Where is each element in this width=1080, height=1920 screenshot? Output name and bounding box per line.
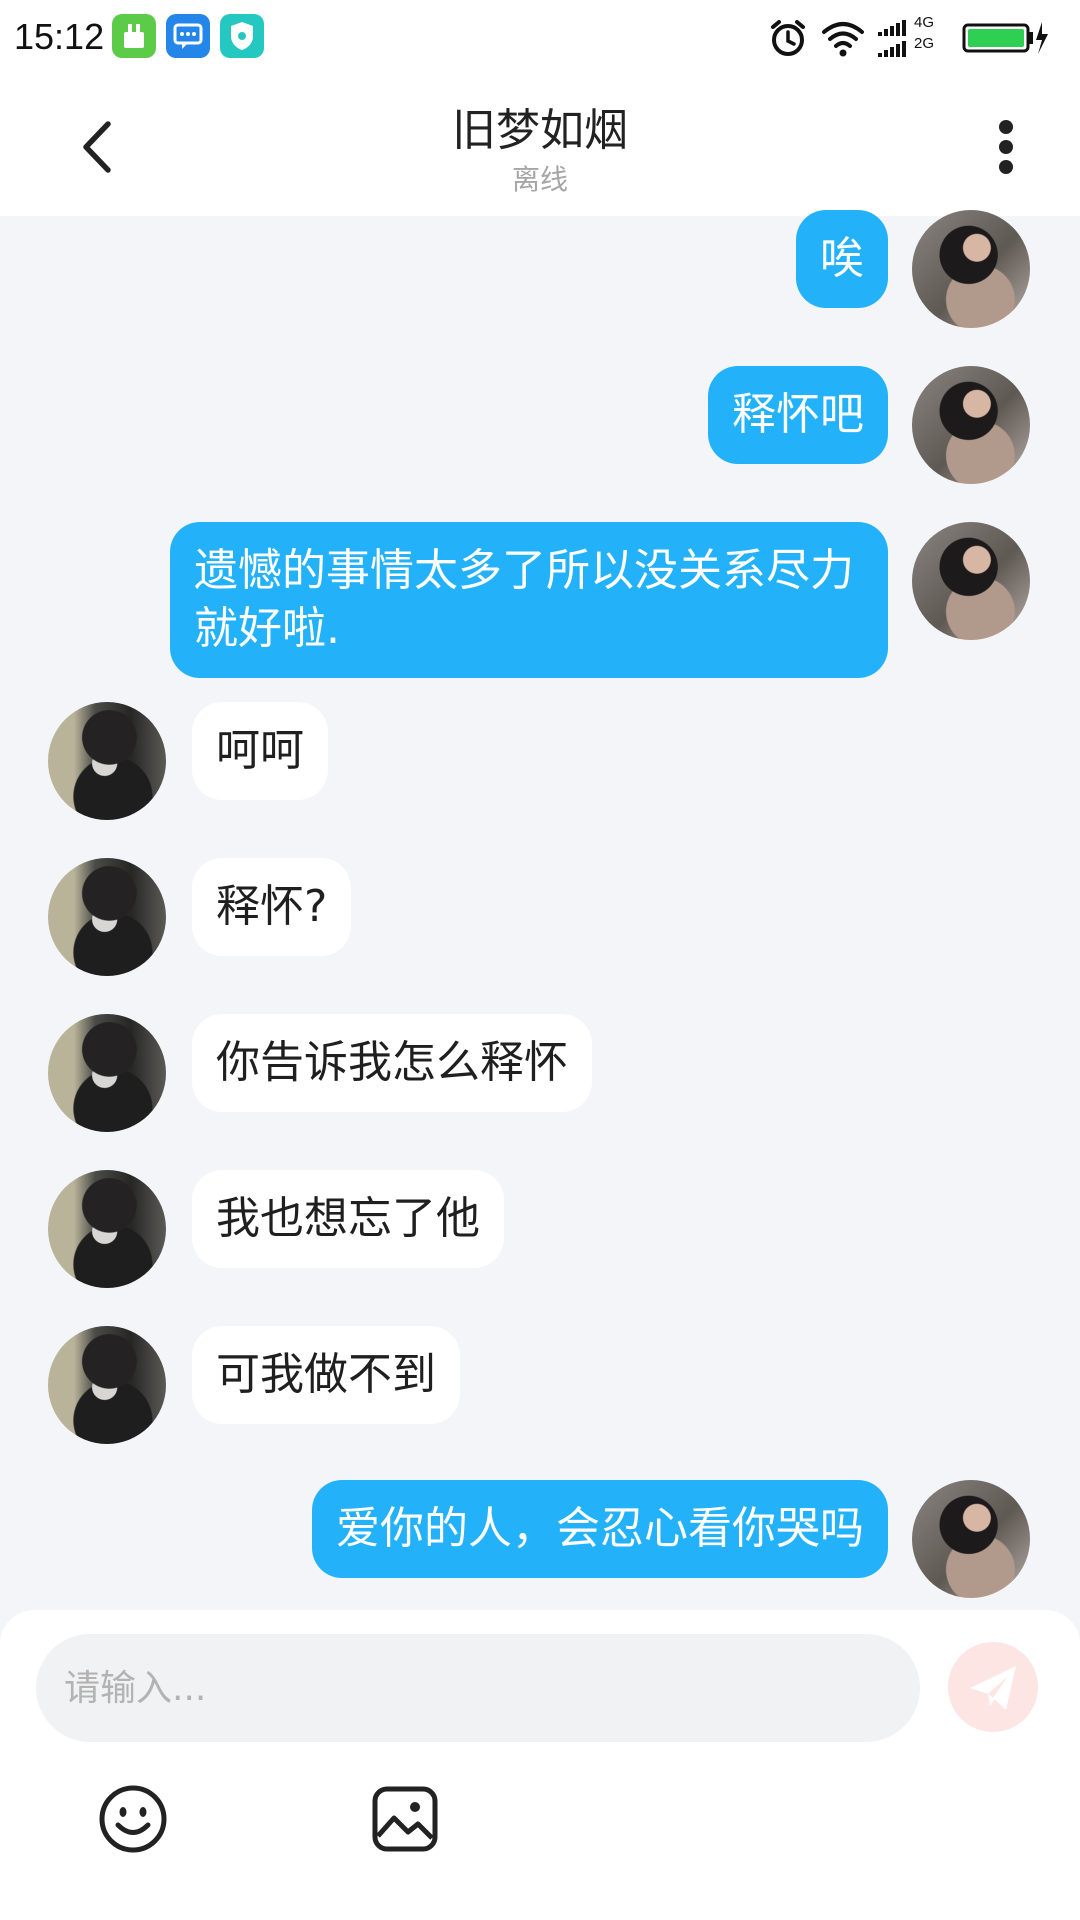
message-row: 释怀吧 — [0, 366, 1080, 484]
image-button[interactable] — [370, 1784, 440, 1854]
security-app-icon — [220, 14, 264, 58]
avatar[interactable] — [48, 1326, 166, 1444]
chat-header: 旧梦如烟 离线 — [0, 78, 1080, 216]
avatar[interactable] — [48, 1170, 166, 1288]
emoji-icon — [99, 1785, 167, 1853]
contact-status: 离线 — [511, 163, 568, 196]
message-row: 呵呵 — [0, 702, 1080, 820]
message-bubble-other[interactable]: 我也想忘了他 — [192, 1170, 504, 1268]
message-row: 你告诉我怎么释怀 — [0, 1014, 1080, 1132]
message-row: 我也想忘了他 — [0, 1170, 1080, 1288]
message-list[interactable]: 唉 释怀吧 遗憾的事情太多了所以没关系尽力就好啦. 呵呵 释怀? 你告诉我怎么释… — [0, 210, 1080, 1610]
avatar[interactable] — [912, 210, 1030, 328]
chat-screen: 15:12 4G 2G 旧梦如烟 离线 唉 释怀吧 遗憾的事情太多了所以没关系尽… — [0, 0, 1080, 1920]
composer — [0, 1610, 1080, 1920]
message-row: 遗憾的事情太多了所以没关系尽力就好啦. — [0, 522, 1080, 678]
message-bubble-other[interactable]: 呵呵 — [192, 702, 328, 800]
status-time: 15:12 — [14, 16, 105, 57]
message-bubble-other[interactable]: 释怀? — [192, 858, 352, 956]
message-app-icon — [166, 14, 210, 58]
message-row: 爱你的人，会忍心看你哭吗 — [0, 1480, 1080, 1598]
avatar[interactable] — [912, 366, 1030, 484]
avatar[interactable] — [48, 1014, 166, 1132]
avatar[interactable] — [48, 858, 166, 976]
avatar[interactable] — [912, 522, 1030, 640]
message-bubble-mine[interactable]: 遗憾的事情太多了所以没关系尽力就好啦. — [170, 522, 888, 678]
message-row: 释怀? — [0, 858, 1080, 976]
status-icons: 4G 2G — [766, 14, 1066, 60]
message-row: 可我做不到 — [0, 1326, 1080, 1444]
network-label-4g: 4G — [914, 14, 935, 31]
signal-icon: 4G 2G — [878, 14, 948, 64]
avatar[interactable] — [48, 702, 166, 820]
send-icon — [970, 1666, 1016, 1710]
message-row: 唉 — [0, 210, 1080, 328]
network-label-2g: 2G — [914, 35, 935, 52]
message-bubble-mine[interactable]: 释怀吧 — [708, 366, 888, 464]
cleaner-app-icon — [112, 14, 156, 58]
avatar[interactable] — [912, 1480, 1030, 1598]
more-button[interactable] — [986, 114, 1026, 180]
message-bubble-mine[interactable]: 爱你的人，会忍心看你哭吗 — [312, 1480, 888, 1578]
send-button[interactable] — [948, 1642, 1038, 1732]
battery-icon — [962, 16, 1052, 64]
message-bubble-other[interactable]: 可我做不到 — [192, 1326, 460, 1424]
image-icon — [372, 1786, 438, 1852]
alarm-icon — [766, 16, 810, 64]
emoji-button[interactable] — [98, 1784, 168, 1854]
message-bubble-mine[interactable]: 唉 — [796, 210, 888, 308]
page-title: 旧梦如烟 — [452, 105, 628, 156]
wifi-icon — [820, 16, 866, 64]
message-bubble-other[interactable]: 你告诉我怎么释怀 — [192, 1014, 592, 1112]
message-input[interactable] — [36, 1634, 920, 1742]
status-bar: 15:12 4G 2G — [0, 0, 1080, 78]
